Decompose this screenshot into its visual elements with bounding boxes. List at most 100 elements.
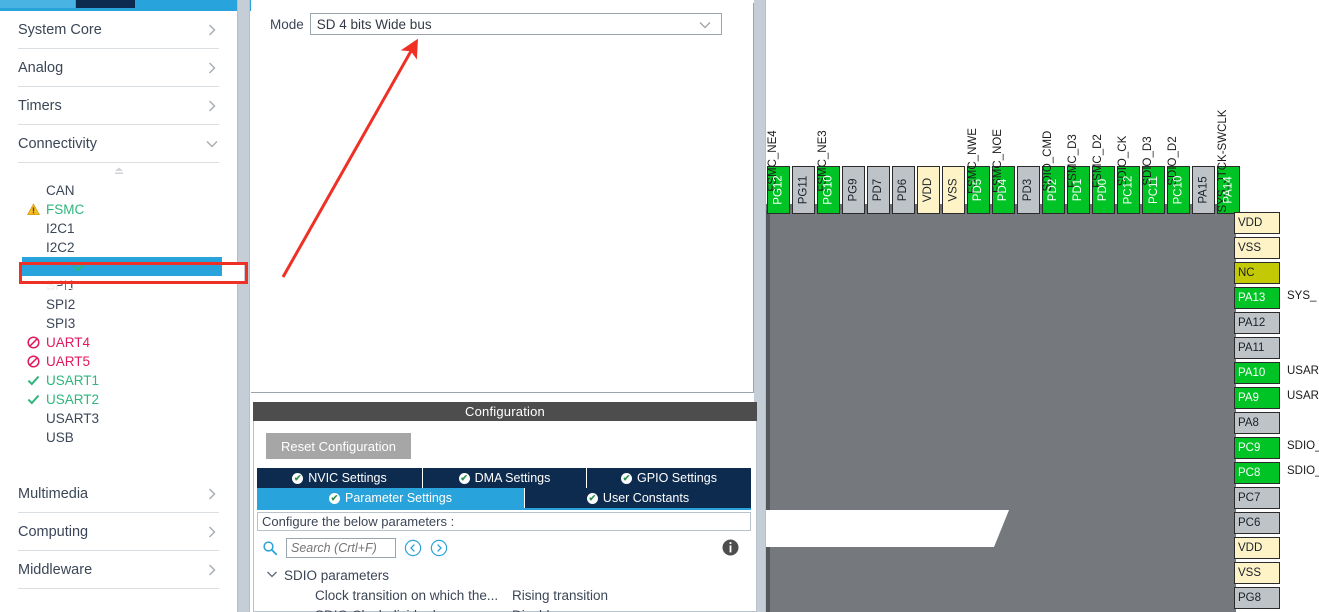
selection-highlight [22, 257, 222, 276]
chip-pin-pa13[interactable]: PA13 SYS_ [1234, 287, 1316, 309]
parameter-row[interactable]: Clock transition on which the... Rising t… [257, 585, 751, 605]
peripheral-label: UART5 [46, 354, 91, 369]
chip-pin-vss[interactable]: VSS [1234, 237, 1280, 259]
peripheral-item-usart1[interactable]: USART1 [0, 371, 237, 390]
peripheral-item-spi2[interactable]: SPI2 [0, 295, 237, 314]
peripheral-item-i2c1[interactable]: I2C1 [0, 219, 237, 238]
peripheral-item-spi3[interactable]: SPI3 [0, 314, 237, 333]
search-next-button[interactable] [430, 539, 448, 557]
search-input[interactable] [286, 538, 396, 558]
chip-pin-nc[interactable]: NC [1234, 262, 1280, 284]
pin-name: PD5 [972, 178, 985, 202]
chip-pin-vss[interactable]: VSS [942, 166, 965, 214]
pin-name: PG10 [822, 175, 835, 205]
pin-name: PD4 [997, 178, 1010, 202]
parameter-value[interactable]: Disable [512, 608, 557, 612]
chip-pin-pc6[interactable]: PC6 [1234, 512, 1280, 534]
peripheral-item-usart3[interactable]: USART3 [0, 409, 237, 428]
chip-pin-vdd[interactable]: VDD [1234, 537, 1280, 559]
tab-pinout-configuration[interactable] [0, 0, 75, 8]
chip-pin-pc9[interactable]: PC9 SDIO_ [1234, 437, 1319, 459]
chip-pin-vdd[interactable]: VDD [1234, 212, 1280, 234]
tab-user-constants[interactable]: ✔ User Constants [525, 488, 751, 508]
chip-pin-pd6[interactable]: PD6 [892, 166, 915, 214]
pin-name: PC9 [1238, 442, 1261, 454]
peripheral-item-uart4[interactable]: UART4 [0, 333, 237, 352]
pin-name: PA12 [1238, 317, 1266, 329]
chip-pin-pa9[interactable]: PA9 USAR [1234, 387, 1319, 409]
category-label: Multimedia [18, 485, 89, 502]
sidebar-category-system-core[interactable]: System Core [18, 11, 219, 49]
category-label: System Core [18, 21, 102, 38]
peripheral-label: SPI3 [46, 316, 76, 331]
sidebar-category-multimedia[interactable]: Multimedia [18, 475, 219, 513]
sidebar-category-computing[interactable]: Computing [18, 513, 219, 551]
chip-pin-pg10[interactable]: FSMC_NE3 PG10 [817, 130, 840, 214]
reset-configuration-button[interactable]: Reset Configuration [266, 433, 411, 459]
chip-pin-vss[interactable]: VSS [1234, 562, 1280, 584]
pin-name: PD0 [1097, 178, 1110, 202]
chip-pin-pd7[interactable]: PD7 [867, 166, 890, 214]
chip-pin-pg8[interactable]: PG8 [1234, 587, 1280, 609]
list-bottom-spacer [0, 447, 237, 475]
chip-pin-pc8[interactable]: PC8 SDIO_ [1234, 462, 1319, 484]
mode-and-configuration-panel: Mode SD 4 bits Wide bus Configuration Re… [251, 0, 757, 612]
chip-pin-pc11[interactable]: SDIO_D3 PC11 [1142, 136, 1165, 214]
category-label: Connectivity [18, 135, 97, 152]
chip-pin-pd2[interactable]: SDIO_CMD PD2 [1042, 131, 1065, 214]
sidebar-category-timers[interactable]: Timers [18, 87, 219, 125]
sidebar-category-middleware[interactable]: Middleware [18, 551, 219, 589]
chip-pin-pd4[interactable]: FSMC_NOE PD4 [992, 129, 1015, 214]
pin-name: PA9 [1238, 392, 1259, 404]
parameter-value[interactable]: Rising transition [512, 588, 608, 603]
peripheral-status-check-icon [25, 390, 41, 409]
peripheral-item-usb[interactable]: USB [0, 428, 237, 447]
chip-pin-pg12[interactable]: FSMC_NE4 PG12 [767, 130, 790, 214]
mode-area: Mode SD 4 bits Wide bus [251, 3, 754, 393]
splitter-left[interactable] [237, 0, 250, 612]
mode-select[interactable]: SD 4 bits Wide bus [309, 13, 722, 35]
peripheral-status-warning-icon [25, 200, 41, 219]
peripheral-item-i2c2[interactable]: I2C2 [0, 238, 237, 257]
chip-pin-pa15[interactable]: PA15 [1192, 166, 1215, 214]
peripheral-item-spi1[interactable]: SPI1 [0, 276, 237, 295]
tab-gpio-settings[interactable]: ✔ GPIO Settings [587, 468, 751, 488]
parameter-row[interactable]: SDIO Clock divider bypassDisable [257, 605, 751, 612]
chip-pin-pc10[interactable]: SDIO_D2 PC10 [1167, 136, 1190, 214]
chip-body [766, 210, 1236, 612]
chip-pin-pd5[interactable]: FSMC_NWE PD5 [967, 128, 990, 214]
peripheral-item-can[interactable]: CAN [0, 181, 237, 200]
pin-name: PA11 [1238, 342, 1265, 354]
chip-pin-pa14[interactable]: SYS_JTCK-SWCLK PA14 [1217, 110, 1240, 214]
chip-pin-pd3[interactable]: PD3 [1017, 166, 1040, 214]
chip-pin-pg11[interactable]: PG11 [792, 166, 815, 214]
chip-pin-pa12[interactable]: PA12 [1234, 312, 1280, 334]
info-icon[interactable] [722, 539, 739, 556]
chip-pin-pd0[interactable]: FSMC_D2 PD0 [1092, 134, 1115, 214]
chip-pin-vdd[interactable]: VDD [917, 166, 940, 214]
chip-pin-pg9[interactable]: PG9 [842, 166, 865, 214]
chip-pin-pd1[interactable]: FSMC_D3 PD1 [1067, 134, 1090, 214]
sidebar-category-analog[interactable]: Analog [18, 49, 219, 87]
sidebar-category-connectivity[interactable]: Connectivity [18, 125, 219, 163]
peripheral-item-fsmc[interactable]: FSMC [0, 200, 237, 219]
tab-dma-settings[interactable]: ✔ DMA Settings [423, 468, 587, 488]
peripheral-status-none-icon [25, 238, 41, 257]
chip-pin-pa10[interactable]: PA10 USAR [1234, 362, 1319, 384]
peripheral-item-sdio[interactable]: SDIO [0, 257, 237, 293]
tab-nvic-settings[interactable]: ✔ NVIC Settings [257, 468, 423, 488]
chip-pin-pa11[interactable]: PA11 [1234, 337, 1280, 359]
chip-pin-pa8[interactable]: PA8 [1234, 412, 1280, 434]
pin-signal-label: USAR [1287, 390, 1319, 402]
list-collapse-handle[interactable] [0, 163, 237, 181]
tab-parameter-settings[interactable]: ✔ Parameter Settings [257, 488, 525, 508]
peripheral-item-uart5[interactable]: UART5 [0, 352, 237, 371]
category-label: Middleware [18, 561, 93, 578]
mode-row: Mode SD 4 bits Wide bus [270, 13, 722, 35]
chip-pin-pc7[interactable]: PC7 [1234, 487, 1280, 509]
search-previous-button[interactable] [404, 539, 422, 557]
parameter-group-header[interactable]: SDIO parameters [257, 565, 751, 585]
chip-pin-pc12[interactable]: SDIO_CK PC12 [1117, 136, 1140, 214]
peripheral-item-usart2[interactable]: USART2 [0, 390, 237, 409]
pin-signal-label: SDIO_ [1287, 440, 1319, 452]
